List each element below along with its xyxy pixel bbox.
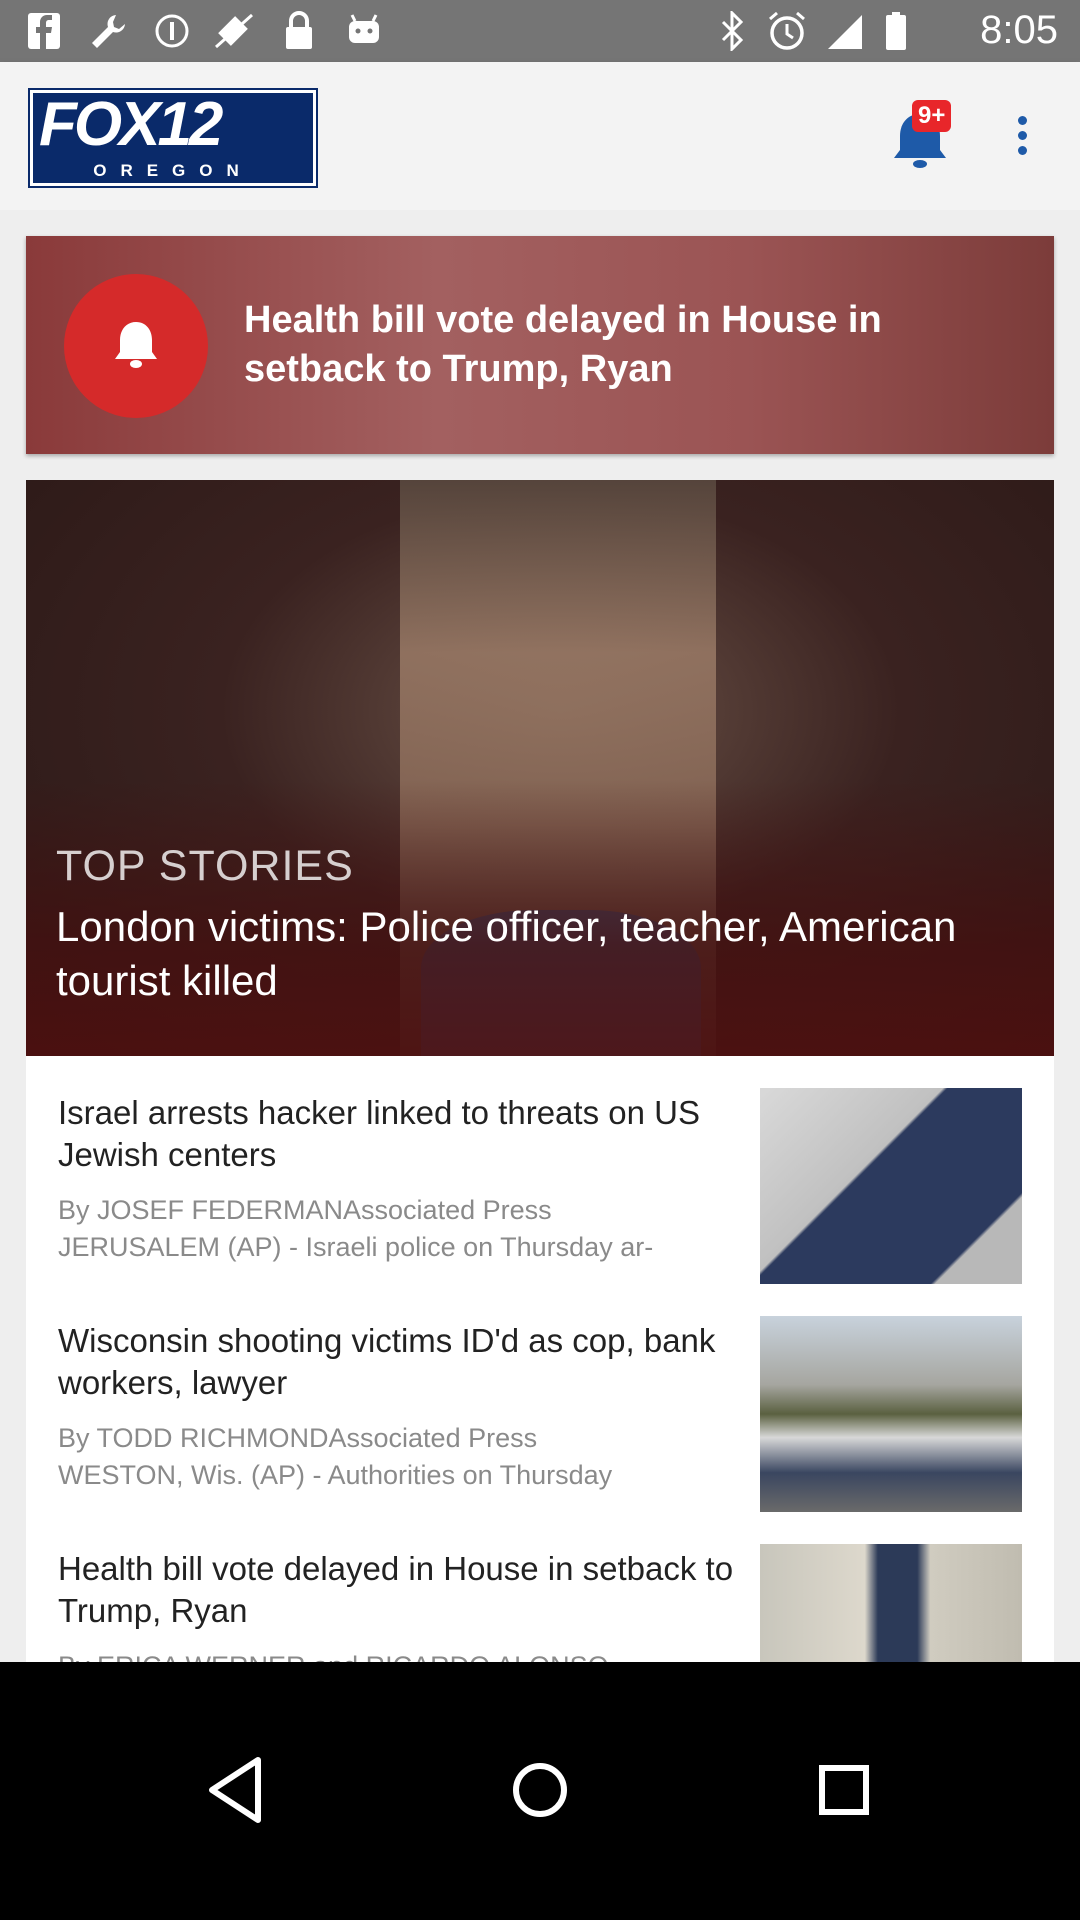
info-icon xyxy=(155,14,189,48)
signal-icon xyxy=(828,15,862,49)
alarm-icon xyxy=(769,11,805,50)
article-snippet: By JOSEF FEDERMANAssociated Press JERUSA… xyxy=(58,1195,654,1262)
android-icon xyxy=(349,14,379,43)
recents-icon[interactable] xyxy=(784,1730,904,1850)
article-snippet: By TODD RICHMONDAssociated Press WESTON,… xyxy=(58,1423,613,1490)
alert-bell-icon xyxy=(64,274,208,418)
battery-icon xyxy=(886,12,906,50)
no-gps-icon xyxy=(215,13,253,49)
article-item[interactable]: Wisconsin shooting victims ID'd as cop, … xyxy=(26,1284,1054,1512)
article-title: Wisconsin shooting victims ID'd as cop, … xyxy=(58,1322,716,1401)
article-snippet: By ERICA WERNER and RICARDO ALONSO- xyxy=(58,1648,758,1662)
logo-subtext: OREGON xyxy=(33,161,313,181)
wrench-icon xyxy=(92,15,125,48)
home-icon[interactable] xyxy=(480,1730,600,1850)
top-stories-label: TOP STORIES xyxy=(56,842,354,890)
notification-badge: 9+ xyxy=(912,100,952,132)
overflow-menu-icon[interactable] xyxy=(1010,116,1034,176)
system-nav-bar xyxy=(0,1662,1080,1920)
news-feed[interactable]: Health bill vote delayed in House in set… xyxy=(0,210,1080,1662)
clock: 8:05 xyxy=(980,8,1058,52)
article-title: Health bill vote delayed in House in set… xyxy=(58,1550,734,1629)
lock-icon xyxy=(286,11,312,49)
fox12-logo[interactable]: FOX12 OREGON xyxy=(30,90,316,186)
status-bar: 8:05 xyxy=(0,0,1080,62)
facebook-icon xyxy=(28,13,60,49)
article-list: Israel arrests hacker linked to threats … xyxy=(26,1056,1054,1662)
article-item[interactable]: Israel arrests hacker linked to threats … xyxy=(26,1056,1054,1284)
article-title: Israel arrests hacker linked to threats … xyxy=(58,1094,700,1173)
back-icon[interactable] xyxy=(176,1730,296,1850)
alert-headline: Health bill vote delayed in House in set… xyxy=(244,299,882,390)
article-thumbnail xyxy=(760,1088,1022,1284)
breaking-alert-card[interactable]: Health bill vote delayed in House in set… xyxy=(26,236,1054,454)
top-story-headline: London victims: Police officer, teacher,… xyxy=(56,903,957,1004)
bluetooth-icon xyxy=(721,11,744,51)
article-thumbnail xyxy=(760,1544,1022,1662)
app-bar: FOX12 OREGON 9+ xyxy=(0,62,1080,210)
article-thumbnail xyxy=(760,1316,1022,1512)
logo-text: FOX12 xyxy=(39,90,223,159)
top-story-card[interactable]: TOP STORIES London victims: Police offic… xyxy=(26,480,1054,1056)
article-item[interactable]: Health bill vote delayed in House in set… xyxy=(26,1512,1054,1662)
